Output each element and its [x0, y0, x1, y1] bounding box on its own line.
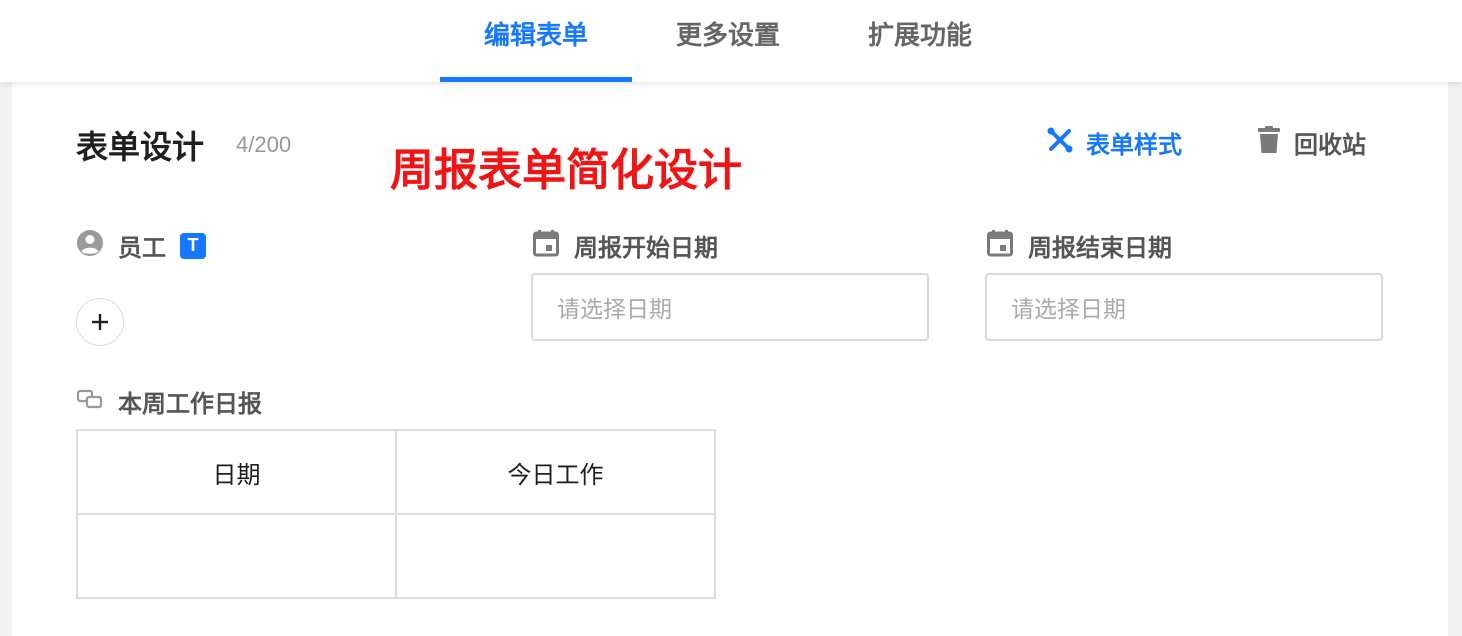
- employee-label: 员工: [118, 234, 166, 262]
- table-cell-today-work[interactable]: [395, 513, 716, 599]
- page-title: 表单设计: [76, 128, 205, 166]
- calendar-icon: [532, 229, 560, 263]
- annotation-text: 周报表单简化设计: [390, 145, 742, 196]
- trash-icon: [1258, 125, 1280, 160]
- add-employee-button[interactable]: [76, 298, 124, 346]
- recycle-bin-button[interactable]: 回收站: [1258, 125, 1366, 160]
- column-header-date: 日期: [76, 429, 397, 515]
- start-date-label: 周报开始日期: [574, 234, 718, 262]
- plus-icon: [92, 314, 108, 330]
- daily-report-label: 本周工作日报: [118, 390, 262, 418]
- employee-field-label: 员工 T: [76, 228, 206, 263]
- column-header-today-work: 今日工作: [395, 429, 716, 515]
- tab-edit-form[interactable]: 编辑表单: [440, 0, 632, 82]
- end-date-input[interactable]: 请选择日期: [985, 273, 1383, 341]
- start-date-input[interactable]: 请选择日期: [531, 273, 929, 341]
- end-date-label: 周报结束日期: [1028, 234, 1172, 262]
- form-style-button[interactable]: 表单样式: [1046, 125, 1182, 160]
- text-type-badge: T: [180, 232, 206, 259]
- top-tab-bar: 编辑表单 更多设置 扩展功能: [0, 0, 1462, 82]
- tab-extensions[interactable]: 扩展功能: [824, 0, 1016, 82]
- daily-report-subtable: 日期 今日工作: [76, 429, 716, 599]
- end-date-field-label: 周报结束日期: [986, 228, 1172, 263]
- form-design-card: 表单设计 4/200 周报表单简化设计 表单样式 回收站 员工 T 周报开始日期…: [12, 82, 1448, 636]
- calendar-icon: [986, 229, 1014, 263]
- user-circle-icon: [76, 229, 104, 263]
- tab-more-settings[interactable]: 更多设置: [632, 0, 824, 82]
- style-tools-icon: [1046, 126, 1074, 160]
- recycle-bin-label: 回收站: [1294, 131, 1366, 159]
- subtable-header-row: 日期 今日工作: [76, 429, 716, 515]
- start-date-field-label: 周报开始日期: [532, 228, 718, 263]
- table-cell-date[interactable]: [76, 513, 397, 599]
- table-row: [76, 513, 716, 599]
- form-style-label: 表单样式: [1086, 131, 1182, 159]
- field-count: 4/200: [236, 132, 292, 157]
- daily-report-field-label: 本周工作日报: [76, 384, 262, 419]
- subtable-icon: [76, 387, 104, 417]
